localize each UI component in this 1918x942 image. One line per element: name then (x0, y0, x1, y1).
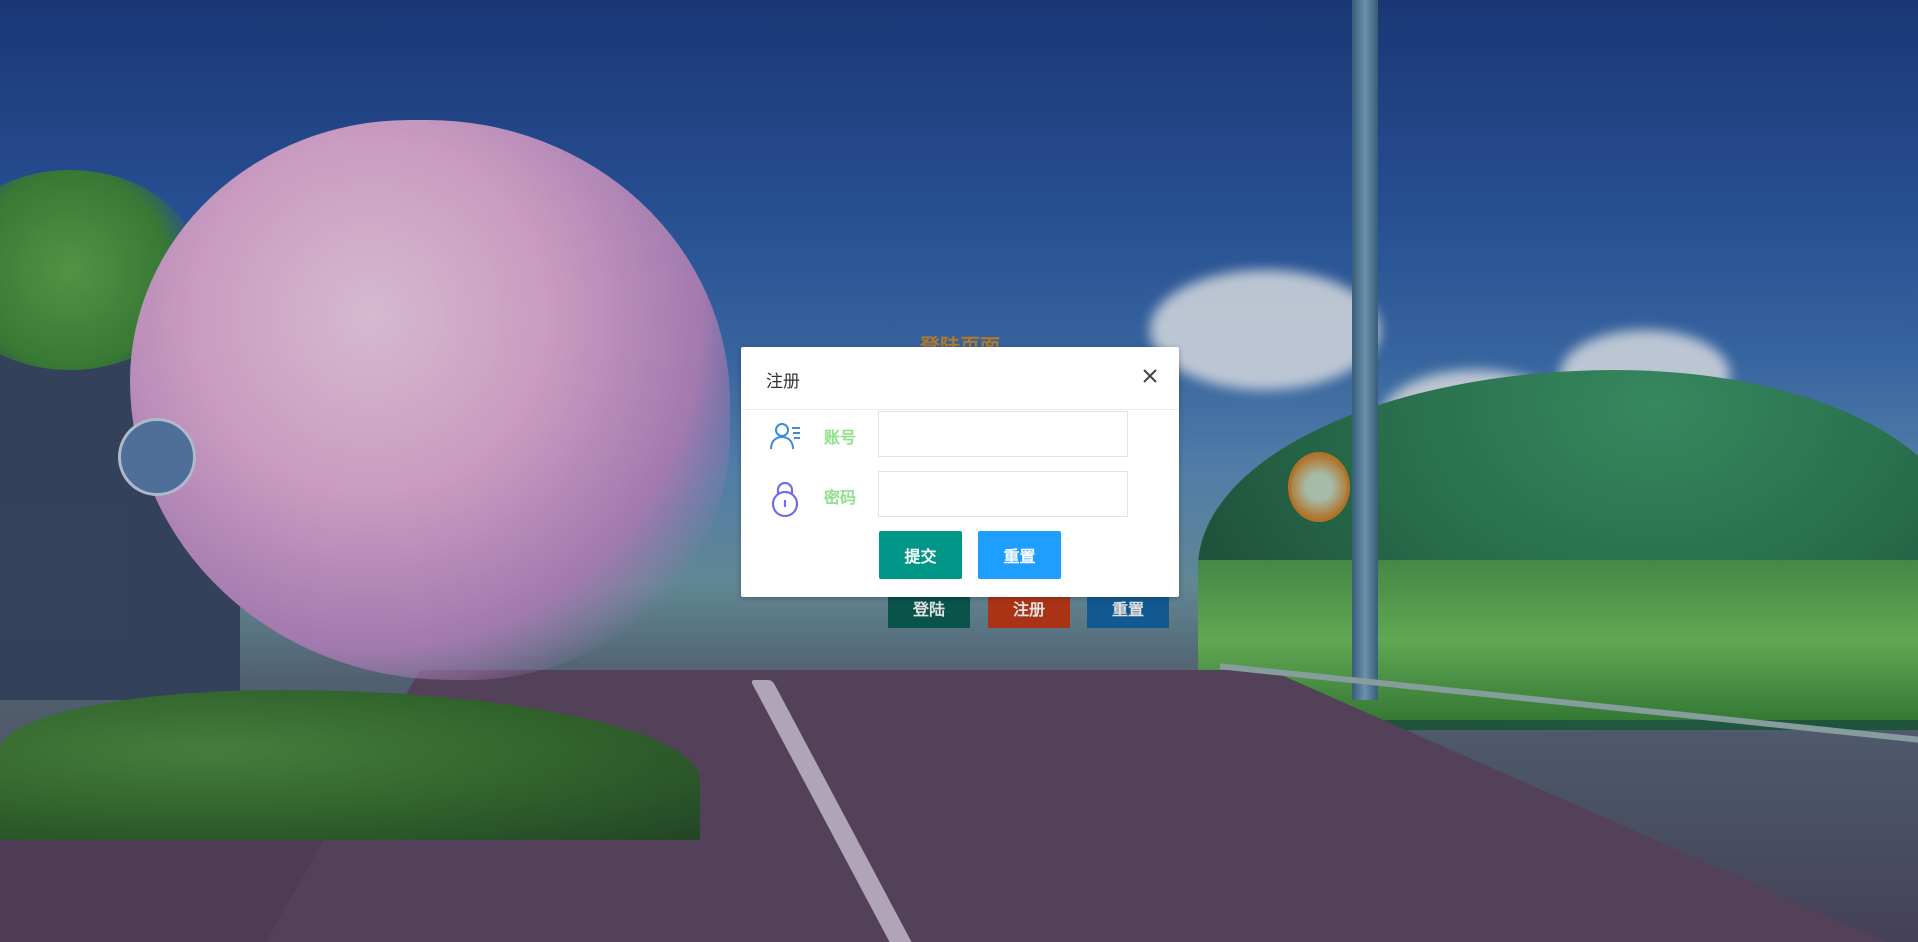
user-icon (768, 419, 802, 453)
dialog-title: 注册 (766, 372, 800, 392)
dialog-reset-button[interactable]: 重置 (978, 531, 1061, 579)
close-icon[interactable] (1139, 365, 1161, 387)
password-label: 密码 (824, 488, 857, 507)
lock-icon (768, 479, 802, 518)
dialog-header: 注册 (741, 347, 1179, 410)
password-row: 密码 (741, 471, 1179, 519)
password-input[interactable] (878, 471, 1128, 517)
submit-button[interactable]: 提交 (879, 531, 962, 579)
username-input[interactable] (878, 411, 1128, 457)
username-label: 账号 (824, 428, 857, 447)
username-row: 账号 (741, 411, 1179, 459)
register-dialog: 注册 账号 密码 提交 重置 (741, 347, 1179, 597)
